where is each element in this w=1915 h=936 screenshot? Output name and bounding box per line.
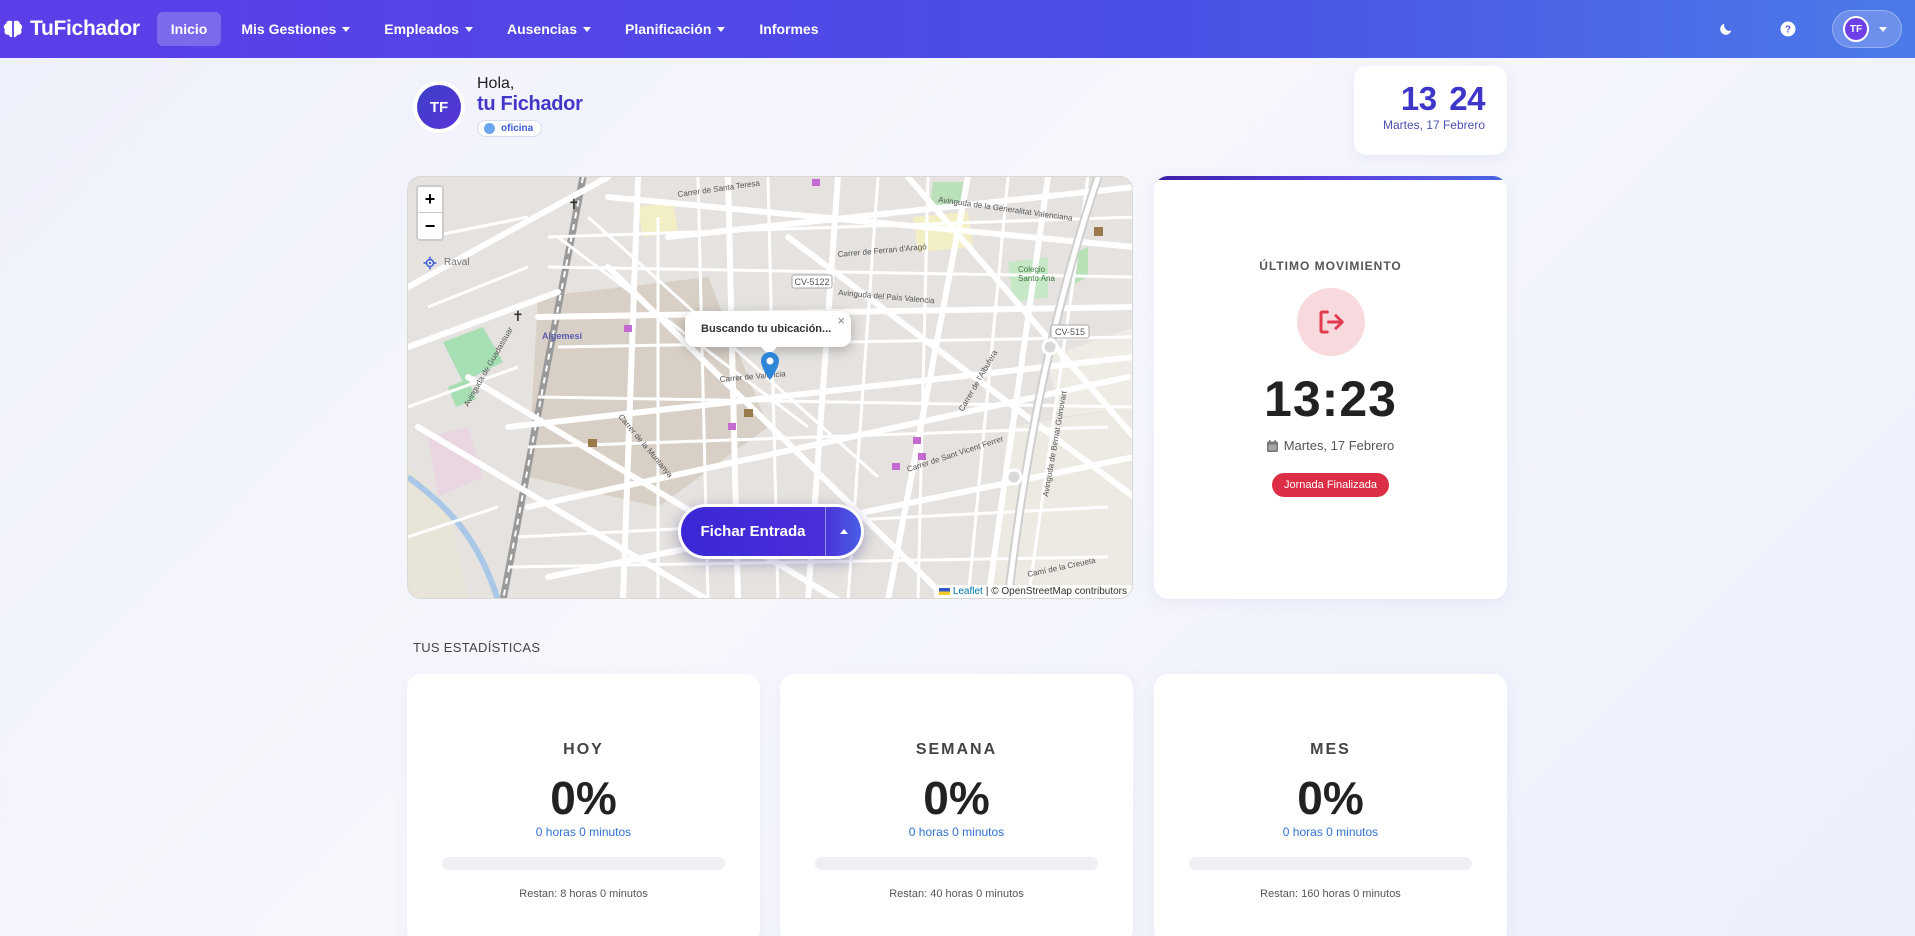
card-accent-bar: [1154, 176, 1507, 180]
clock-date: Martes, 17 Febrero: [1382, 118, 1485, 132]
map-attribution: Leaflet | © OpenStreetMap contributors: [933, 585, 1132, 598]
nav-item-label: Planificación: [625, 21, 712, 37]
stat-title: SEMANA: [915, 741, 998, 758]
greeting-name: tu Fichador: [477, 93, 583, 115]
stat-percent: 0%: [923, 772, 990, 824]
location-popup-text: Buscando tu ubicación...: [701, 323, 832, 335]
stat-card-semana: SEMANA 0% 0 horas 0 minutos Restan: 40 hora…: [780, 674, 1133, 936]
location-badge: oficina: [477, 120, 543, 137]
last-movement-date: Martes, 17 Febrero: [1154, 438, 1507, 453]
museum-icon: [588, 439, 597, 447]
nav-item-mis-gestiones[interactable]: Mis Gestiones: [227, 12, 364, 46]
stat-remaining: Restan: 8 horas 0 minutos: [519, 888, 648, 900]
nav-menu: Inicio Mis Gestiones Empleados Ausencias Pla…: [156, 12, 833, 46]
last-movement-date-text: Martes, 17 Febrero: [1283, 438, 1395, 453]
chevron-down-icon: [1879, 26, 1887, 32]
locate-button[interactable]: [420, 253, 440, 273]
stat-remaining: Restan: 160 horas 0 minutos: [1260, 888, 1401, 900]
zoom-control: + −: [416, 185, 444, 241]
sign-out-icon: [1319, 310, 1344, 334]
nav-item-label: Ausencias: [506, 21, 578, 37]
help-icon[interactable]: ?: [1778, 19, 1798, 39]
brand[interactable]: TuFichador: [2, 17, 140, 41]
fichar-button-group: Fichar Entrada: [678, 504, 864, 559]
stat-card-mes: MES 0% 0 horas 0 minutos Restan: 160 horas …: [1154, 674, 1507, 936]
stat-worked: 0 horas 0 minutos: [908, 825, 1005, 839]
chevron-down-icon: [717, 26, 726, 32]
stat-remaining: Restan: 40 horas 0 minutos: [889, 888, 1024, 900]
chevron-down-icon: [464, 26, 473, 32]
clock-hours: 13: [1400, 80, 1437, 117]
map[interactable]: CV-5122 CV-515 ✝ ✝ Avinguda de la Genera…: [407, 176, 1133, 599]
chevron-down-icon: [342, 26, 351, 32]
stat-card-hoy: HOY 0% 0 horas 0 minutos Restan: 8 horas 0 …: [407, 674, 760, 936]
osm-attribution: | © OpenStreetMap contributors: [985, 586, 1127, 597]
nav-item-ausencias[interactable]: Ausencias: [493, 12, 605, 46]
calendar-icon: [1266, 439, 1278, 452]
stat-percent: 0%: [550, 772, 617, 824]
zoom-in-button[interactable]: +: [418, 187, 442, 213]
stats-section-title: TUS ESTADÍSTICAS: [413, 640, 541, 655]
svg-text:Algemesí: Algemesí: [542, 331, 583, 341]
nav-item-empleados[interactable]: Empleados: [370, 12, 487, 46]
last-movement-label: ÚLTIMO MOVIMIENTO: [1259, 259, 1402, 273]
avatar: TF: [417, 85, 461, 129]
chevron-up-icon: [839, 529, 848, 534]
road-shield-cv515: CV-515: [1055, 327, 1085, 337]
nav-item-label: Inicio: [170, 21, 208, 37]
location-popup: Buscando tu ubicación... ×: [685, 311, 851, 355]
svg-text:✝: ✝: [512, 308, 524, 324]
last-movement-time: 13:23: [1264, 371, 1397, 427]
svg-text:Santo Ana: Santo Ana: [1018, 274, 1055, 283]
nav-item-label: Empleados: [384, 21, 459, 37]
crosshair-icon: [423, 256, 437, 270]
stat-progress-bar: [1189, 857, 1472, 870]
clock-time: 13 24: [1354, 80, 1486, 117]
stat-progress-bar: [442, 857, 725, 870]
stat-title: MES: [1310, 741, 1351, 758]
nav-right: ? TF: [1716, 0, 1915, 58]
status-badge: Jornada Finalizada: [1272, 473, 1389, 497]
stat-percent: 0%: [1297, 772, 1364, 824]
road-shield-cv5122: CV-5122: [794, 277, 829, 287]
map-marker-icon[interactable]: [761, 352, 779, 380]
chevron-down-icon: [583, 26, 592, 32]
location-badge-label: oficina: [501, 123, 534, 134]
greeting: TF Hola, tu Fichador oficina: [417, 75, 583, 139]
brain-logo-icon: [3, 20, 23, 38]
stat-worked: 0 horas 0 minutos: [535, 825, 632, 839]
zoom-out-button[interactable]: −: [418, 213, 442, 239]
clock-card: 13 24 Martes, 17 Febrero: [1354, 66, 1507, 155]
moon-icon[interactable]: [1716, 19, 1736, 39]
greeting-hello: Hola,: [477, 75, 515, 92]
nav-item-inicio[interactable]: Inicio: [156, 12, 222, 46]
fichar-entrada-button[interactable]: Fichar Entrada: [681, 507, 825, 556]
navbar: TuFichador Inicio Mis Gestiones Empleados A…: [0, 0, 1915, 58]
nav-item-label: Mis Gestiones: [241, 21, 337, 37]
fichar-options-button[interactable]: [825, 507, 861, 556]
nav-item-planificaci-n[interactable]: Planificación: [611, 12, 739, 46]
nav-item-label: Informes: [759, 21, 819, 37]
svg-text:Colegio: Colegio: [1018, 265, 1046, 274]
building-icon: [484, 123, 495, 134]
last-movement-card: ÚLTIMO MOVIMIENTO 13:23 Martes, 17 Febre…: [1154, 176, 1507, 599]
exit-icon-wrap: [1296, 288, 1365, 356]
church-icon: ✝: [568, 196, 580, 212]
user-avatar: TF: [1843, 16, 1869, 42]
brand-name: TuFichador: [30, 17, 140, 40]
locate-label: Raval: [444, 257, 470, 268]
stat-worked: 0 horas 0 minutos: [1282, 825, 1379, 839]
leaflet-link[interactable]: Leaflet: [953, 586, 983, 597]
clock-minutes: 24: [1449, 80, 1485, 117]
ukraine-flag-icon: [938, 588, 950, 595]
close-icon[interactable]: ×: [837, 313, 845, 328]
user-menu-button[interactable]: TF: [1832, 10, 1902, 48]
stat-progress-bar: [815, 857, 1098, 870]
nav-item-informes[interactable]: Informes: [745, 12, 832, 46]
stat-title: HOY: [563, 741, 604, 758]
svg-text:?: ?: [1785, 24, 1791, 35]
